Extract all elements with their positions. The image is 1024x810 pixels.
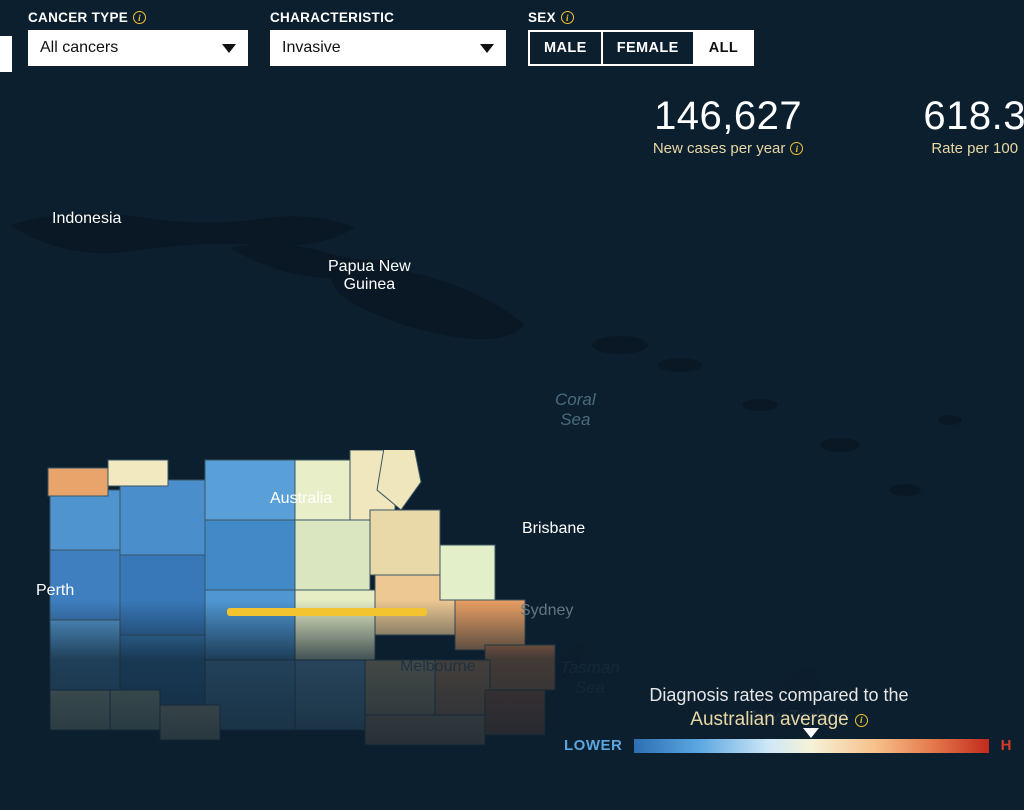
characteristic-value: Invasive [282, 39, 341, 57]
characteristic-select[interactable]: Invasive [270, 30, 506, 66]
stat-rate-label: Rate per 100 [923, 140, 1024, 157]
stats-row: 146,627 New cases per year i 618.3 Rate … [0, 96, 1024, 157]
legend: Diagnosis rates compared to the Australi… [564, 685, 994, 754]
characteristic-label: CHARACTERISTIC [270, 10, 506, 25]
highlight-bar [227, 608, 427, 616]
chevron-down-icon [480, 44, 494, 53]
characteristic-label-text: CHARACTERISTIC [270, 10, 394, 25]
legend-subtitle-text: Australian average [690, 709, 848, 731]
stat-new-cases-value: 146,627 [653, 96, 804, 136]
legend-higher: H [1001, 737, 1012, 754]
sex-label: SEX i [528, 10, 754, 25]
stat-new-cases-label-text: New cases per year [653, 140, 786, 157]
sex-segmented: MALE FEMALE ALL [528, 30, 754, 66]
sex-option-all[interactable]: ALL [695, 30, 754, 66]
stat-rate-label-text: Rate per 100 [931, 140, 1018, 157]
cancer-type-value: All cancers [40, 39, 118, 57]
legend-pointer-icon [803, 728, 819, 738]
label-indonesia: Indonesia [52, 210, 121, 228]
legend-title: Diagnosis rates compared to the [564, 685, 994, 706]
map-canvas[interactable]: Indonesia Papua New Guinea Coral Sea Aus… [0, 170, 1024, 690]
label-png: Papua New Guinea [328, 258, 411, 293]
legend-subtitle: Australian average i [564, 709, 994, 731]
label-sydney: Sydney [520, 602, 573, 620]
cancer-type-label: CANCER TYPE i [28, 10, 248, 25]
info-icon[interactable]: i [790, 142, 803, 155]
legend-scale: LOWER H [564, 737, 994, 754]
gradient-bar [634, 739, 988, 753]
stat-new-cases-label: New cases per year i [653, 140, 804, 157]
cancer-type-filter: CANCER TYPE i All cancers [28, 10, 248, 66]
australia-choropleth[interactable] [30, 450, 670, 810]
cancer-type-select[interactable]: All cancers [28, 30, 248, 66]
sex-option-female[interactable]: FEMALE [603, 30, 695, 66]
stat-new-cases: 146,627 New cases per year i [653, 96, 804, 157]
stat-rate: 618.3 Rate per 100 [923, 96, 1024, 157]
legend-lower: LOWER [564, 737, 622, 754]
label-coral-sea: Coral Sea [555, 390, 596, 429]
sex-label-text: SEX [528, 10, 556, 25]
filter-bar: CANCER TYPE i All cancers CHARACTERISTIC… [0, 0, 1024, 66]
chevron-down-icon [222, 44, 236, 53]
stat-rate-value: 618.3 [923, 96, 1024, 136]
sex-option-male[interactable]: MALE [528, 30, 603, 66]
info-icon[interactable]: i [855, 714, 868, 727]
cancer-type-label-text: CANCER TYPE [28, 10, 128, 25]
info-icon[interactable]: i [561, 11, 574, 24]
legend-gradient[interactable] [634, 739, 988, 753]
sex-filter: SEX i MALE FEMALE ALL [528, 10, 754, 66]
label-australia: Australia [270, 490, 332, 508]
label-perth: Perth [36, 582, 74, 600]
characteristic-filter: CHARACTERISTIC Invasive [270, 10, 506, 66]
truncated-left-select[interactable] [0, 36, 12, 72]
label-melbourne: Melbourne [400, 658, 476, 676]
info-icon[interactable]: i [133, 11, 146, 24]
label-brisbane: Brisbane [522, 520, 585, 538]
